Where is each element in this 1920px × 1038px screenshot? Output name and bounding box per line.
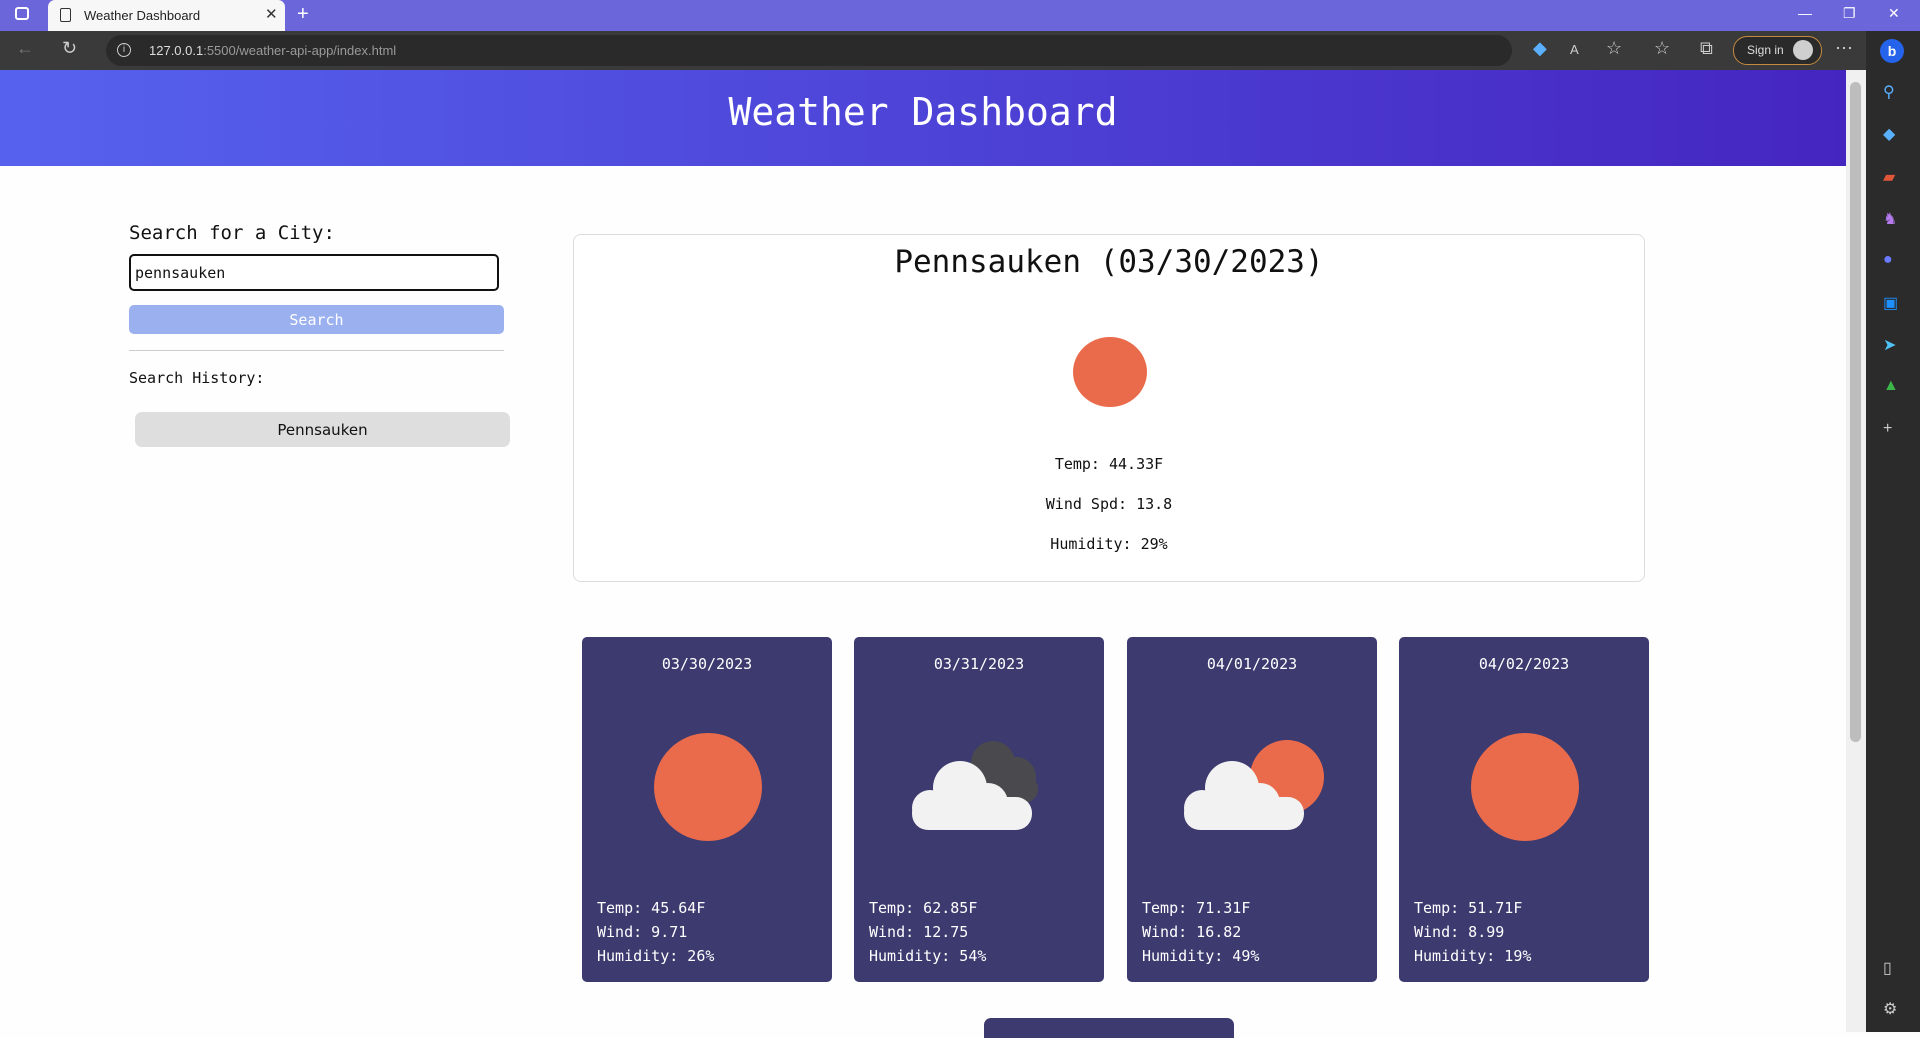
add-icon[interactable]: + xyxy=(1883,420,1892,438)
refresh-icon[interactable]: ↻ xyxy=(62,38,77,59)
sign-in-label: Sign in xyxy=(1747,43,1784,57)
add-favorite-icon[interactable]: ☆ xyxy=(1606,38,1622,59)
search-button[interactable]: Search xyxy=(129,305,504,334)
split-screen-icon[interactable]: ▯ xyxy=(1883,958,1892,978)
shopping-icon[interactable]: ◆ xyxy=(1883,124,1895,144)
search-input[interactable] xyxy=(129,254,499,291)
restore-icon[interactable]: ❐ xyxy=(1843,5,1856,22)
microsoft-365-icon[interactable]: ● xyxy=(1883,251,1893,269)
shopping-tag-icon[interactable]: ◆ xyxy=(1533,38,1547,59)
forecast-wind: Wind: 9.71 xyxy=(597,923,688,941)
tree-icon[interactable]: ▲ xyxy=(1883,377,1899,395)
forecast-date: 03/31/2023 xyxy=(933,655,1025,673)
close-window-icon[interactable]: ✕ xyxy=(1888,5,1900,22)
minimize-icon[interactable]: — xyxy=(1798,5,1812,21)
overcast-cloud-icon xyxy=(912,741,1038,830)
forecast-temp: Temp: 62.85F xyxy=(869,899,978,917)
read-aloud-icon[interactable]: A xyxy=(1570,42,1579,57)
url-text[interactable]: 127.0.0.1:5500/weather-api-app/index.htm… xyxy=(149,43,396,58)
current-city-title: Pennsauken (03/30/2023) xyxy=(894,244,1324,280)
history-item-button[interactable]: Pennsauken xyxy=(135,412,510,447)
outlook-icon[interactable]: ▣ xyxy=(1883,293,1898,313)
close-tab-icon[interactable]: ✕ xyxy=(265,5,278,23)
forecast-wind: Wind: 12.75 xyxy=(869,923,969,941)
forecast-date: 04/02/2023 xyxy=(1478,655,1570,673)
partly-cloudy-icon xyxy=(1184,740,1324,830)
settings-icon[interactable]: ⚙ xyxy=(1883,999,1897,1019)
send-icon[interactable]: ➤ xyxy=(1883,335,1896,355)
url-host: 127.0.0.1 xyxy=(149,43,204,58)
forecast-date: 03/30/2023 xyxy=(661,655,753,673)
sun-icon xyxy=(1471,733,1579,841)
new-tab-icon[interactable]: + xyxy=(297,3,309,26)
page-title: Weather Dashboard xyxy=(728,90,1118,134)
more-options-icon[interactable]: ⋯ xyxy=(1835,38,1853,59)
current-wind: Wind Spd: 13.8 xyxy=(1045,495,1173,513)
forecast-temp: Temp: 71.31F xyxy=(1142,899,1251,917)
current-temp: Temp: 44.33F xyxy=(1054,455,1164,473)
forecast-humidity: Humidity: 26% xyxy=(597,947,715,965)
tab-title: Weather Dashboard xyxy=(84,8,201,23)
forecast-temp: Temp: 45.64F xyxy=(597,899,706,917)
site-info-icon[interactable]: i xyxy=(117,43,131,57)
avatar xyxy=(1793,40,1813,60)
search-icon[interactable]: ⚲ xyxy=(1883,82,1895,102)
games-icon[interactable]: ♞ xyxy=(1883,209,1897,229)
url-path: :5500/weather-api-app/index.html xyxy=(203,43,397,58)
collections-icon[interactable]: ⧉ xyxy=(1700,38,1713,59)
forecast-card-partial xyxy=(984,1018,1234,1038)
search-history-label: Search History: xyxy=(129,369,265,387)
sun-icon xyxy=(654,733,762,841)
forecast-temp: Temp: 51.71F xyxy=(1414,899,1523,917)
forecast-humidity: Humidity: 19% xyxy=(1414,947,1532,965)
forecast-humidity: Humidity: 49% xyxy=(1142,947,1260,965)
current-humidity: Humidity: 29% xyxy=(1050,535,1168,553)
bing-chat-icon[interactable]: b xyxy=(1880,39,1904,63)
search-label: Search for a City: xyxy=(129,222,335,244)
browser-tab-bar xyxy=(0,0,1920,31)
forecast-date: 04/01/2023 xyxy=(1206,655,1298,673)
divider xyxy=(129,350,504,351)
scrollbar-thumb[interactable] xyxy=(1850,82,1861,742)
favorites-icon[interactable]: ☆ xyxy=(1654,38,1670,59)
forecast-wind: Wind: 16.82 xyxy=(1142,923,1242,941)
tools-icon[interactable]: ▰ xyxy=(1883,167,1895,187)
sun-icon xyxy=(1073,337,1147,407)
back-icon[interactable]: ← xyxy=(16,38,34,59)
page-icon xyxy=(60,8,71,22)
tab-actions-icon[interactable] xyxy=(15,7,29,20)
current-weather-card xyxy=(573,234,1645,582)
forecast-wind: Wind: 8.99 xyxy=(1414,923,1505,941)
forecast-humidity: Humidity: 54% xyxy=(869,947,987,965)
